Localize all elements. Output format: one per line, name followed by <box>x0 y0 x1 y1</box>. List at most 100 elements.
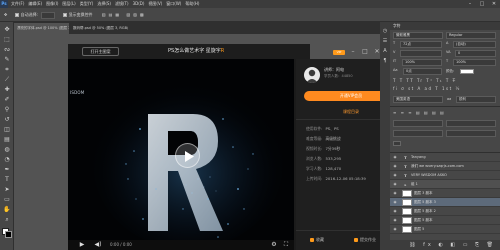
layer-row[interactable]: ◉ 图层 3 副本 <box>390 189 500 198</box>
background-color-swatch[interactable] <box>5 231 12 238</box>
baseline-field[interactable]: 0点 <box>403 68 442 75</box>
menu-3d[interactable]: 3D(D) <box>133 1 145 6</box>
font-style-select[interactable]: Regular <box>446 32 496 39</box>
character-panel-icon[interactable]: A <box>382 48 388 54</box>
indent-right-field[interactable] <box>446 120 496 127</box>
transform-controls-checkbox[interactable] <box>62 13 67 17</box>
menu-select[interactable]: 选择(S) <box>97 1 111 6</box>
layer-row[interactable]: ◉ 图层 5 <box>390 225 500 234</box>
teacher-avatar[interactable] <box>304 67 320 83</box>
crop-tool-icon[interactable]: ⌗ <box>3 66 11 74</box>
font-size-field[interactable]: 72点 <box>400 41 442 48</box>
layer-row[interactable]: ◉ T 我们 we wvery.szqrjs.com.com <box>390 162 500 171</box>
type-tool-icon[interactable]: T <box>3 176 11 184</box>
paragraph-align-buttons[interactable]: ≡ ≡ ≡ ▤ ▤ ▤ ▤ <box>393 110 445 116</box>
doc-tab-1[interactable]: 漂亮的字体.psd @ 100% (图层 2, RGB/8) <box>14 23 69 34</box>
menu-type[interactable]: 类型(Y) <box>80 1 94 6</box>
antialias-select[interactable]: 锐利 <box>456 96 496 103</box>
eye-icon[interactable]: ◉ <box>392 225 398 233</box>
quick-select-tool-icon[interactable]: ✎ <box>3 56 11 64</box>
modal-maximize-icon[interactable]: □ <box>361 44 369 59</box>
text-color-swatch[interactable] <box>460 69 474 74</box>
eye-icon[interactable]: ◉ <box>392 207 398 215</box>
menu-view[interactable]: 视图(V) <box>148 1 162 6</box>
language-select[interactable]: 美国英语 <box>393 96 443 103</box>
play-icon[interactable]: ▶ <box>78 241 86 249</box>
settings-gear-icon[interactable]: ⚙ <box>270 241 278 249</box>
hyphenate-checkbox[interactable] <box>393 141 401 146</box>
eye-icon[interactable]: ◉ <box>392 162 398 170</box>
history-panel-icon[interactable]: ◷ <box>382 28 388 34</box>
teacher-name[interactable]: 讲师：阿电 <box>324 67 344 73</box>
menu-file[interactable]: 文件(F) <box>11 1 24 6</box>
text-style-buttons[interactable]: T T TT Tr T¹ T₁ T T̶ <box>393 78 457 84</box>
blur-tool-icon[interactable]: ◍ <box>3 146 11 154</box>
pen-tool-icon[interactable]: ✒ <box>3 166 11 174</box>
move-tool-icon[interactable]: ✥ <box>3 26 11 34</box>
close-icon[interactable]: ✕ <box>488 0 500 8</box>
marquee-tool-icon[interactable]: ⬚ <box>3 36 11 44</box>
auto-select-dropdown[interactable] <box>41 11 56 19</box>
menu-window[interactable]: 窗口(W) <box>166 1 181 6</box>
play-button[interactable] <box>175 143 200 168</box>
vertical-scale-field[interactable]: 100% <box>402 59 442 66</box>
doc-tab-2[interactable]: 数码帮.psd @ 50% (图层 3, RGB/8) <box>70 23 128 34</box>
horizontal-scale-field[interactable]: 100% <box>453 59 496 66</box>
auto-select-checkbox[interactable] <box>14 13 19 17</box>
maximize-icon[interactable]: □ <box>476 0 488 8</box>
lasso-tool-icon[interactable]: ᔓ <box>3 46 11 54</box>
open-course-button[interactable]: 打开主图案 <box>82 47 119 56</box>
favorite-button[interactable]: 收藏 <box>310 236 324 243</box>
layer-group-row[interactable]: ◉ ▸ 组 1 <box>390 180 500 189</box>
paragraph-panel-icon[interactable]: ¶ <box>382 58 388 64</box>
dodge-tool-icon[interactable]: ◔ <box>3 156 11 164</box>
eye-icon[interactable]: ◉ <box>392 153 398 161</box>
modal-title-text: PS怎么做艺术字 星旋字 <box>168 48 221 54</box>
layer-row[interactable]: ◉ 图层 5 副本 <box>390 216 500 225</box>
gradient-tool-icon[interactable]: ▤ <box>3 136 11 144</box>
folder-icon: ▸ <box>404 182 407 187</box>
eye-icon[interactable]: ◉ <box>392 189 398 197</box>
menu-image[interactable]: 图像(I) <box>46 1 58 6</box>
menu-help[interactable]: 帮助(H) <box>185 1 199 6</box>
menu-layer[interactable]: 图层(L) <box>62 1 75 6</box>
font-family-select[interactable]: 微软雅黑 <box>393 32 443 39</box>
history-brush-tool-icon[interactable]: ↺ <box>3 116 11 124</box>
layer-row-selected[interactable]: ◉ 图层 5 副本 3 <box>390 198 500 207</box>
opentype-buttons[interactable]: fi σ st A ad T 1st ½ <box>393 86 461 92</box>
eye-icon[interactable]: ◉ <box>392 216 398 224</box>
submit-homework-button[interactable]: 提交作业 <box>354 236 376 243</box>
layers-footer-buttons[interactable]: ⛓ fx ◐ ◧ ▭ ⎘ 🗑 <box>390 240 500 250</box>
modal-minimize-icon[interactable]: – <box>349 44 357 59</box>
space-after-field[interactable] <box>446 130 496 137</box>
menu-filter[interactable]: 滤镜(T) <box>115 1 129 6</box>
layer-row[interactable]: ◉ 图层 5 副本 2 <box>390 207 500 216</box>
layer-row[interactable]: ◉ T Tanyang <box>390 153 500 162</box>
menu-edit[interactable]: 编辑(E) <box>28 1 42 6</box>
eye-icon[interactable]: ◉ <box>392 198 398 206</box>
minimize-icon[interactable]: – <box>464 0 476 8</box>
hand-tool-icon[interactable]: ✋ <box>3 206 11 214</box>
eraser-tool-icon[interactable]: ◫ <box>3 126 11 134</box>
healing-tool-icon[interactable]: ✚ <box>3 86 11 94</box>
layer-row[interactable]: ◉ T VERY WISDOM ASKO <box>390 171 500 180</box>
stamp-tool-icon[interactable]: ⚲ <box>3 106 11 114</box>
eye-icon[interactable]: ◉ <box>392 171 398 179</box>
tracking-field[interactable]: 0 <box>455 50 496 57</box>
zoom-tool-icon[interactable]: ⌕ <box>3 216 11 224</box>
indent-left-field[interactable] <box>393 120 443 127</box>
leading-field[interactable]: (自动) <box>453 41 496 48</box>
kerning-field[interactable] <box>400 50 442 57</box>
align-icons[interactable]: ▥▤▦ ▧▨▩ <box>102 12 147 17</box>
path-select-tool-icon[interactable]: ➤ <box>3 186 11 194</box>
character-panel-tab[interactable]: 字符 <box>390 22 500 30</box>
brush-tool-icon[interactable]: ✐ <box>3 96 11 104</box>
eyedropper-tool-icon[interactable]: ⟋ <box>3 76 11 84</box>
fullscreen-icon[interactable]: ⛶ <box>282 241 290 249</box>
shape-tool-icon[interactable]: ▭ <box>3 196 11 204</box>
properties-panel-icon[interactable]: ☰ <box>382 38 388 44</box>
volume-icon[interactable]: ◀) <box>94 241 102 249</box>
space-before-field[interactable] <box>393 130 443 137</box>
move-tool-icon[interactable]: ✥ <box>4 12 7 17</box>
eye-icon[interactable]: ◉ <box>392 180 398 188</box>
